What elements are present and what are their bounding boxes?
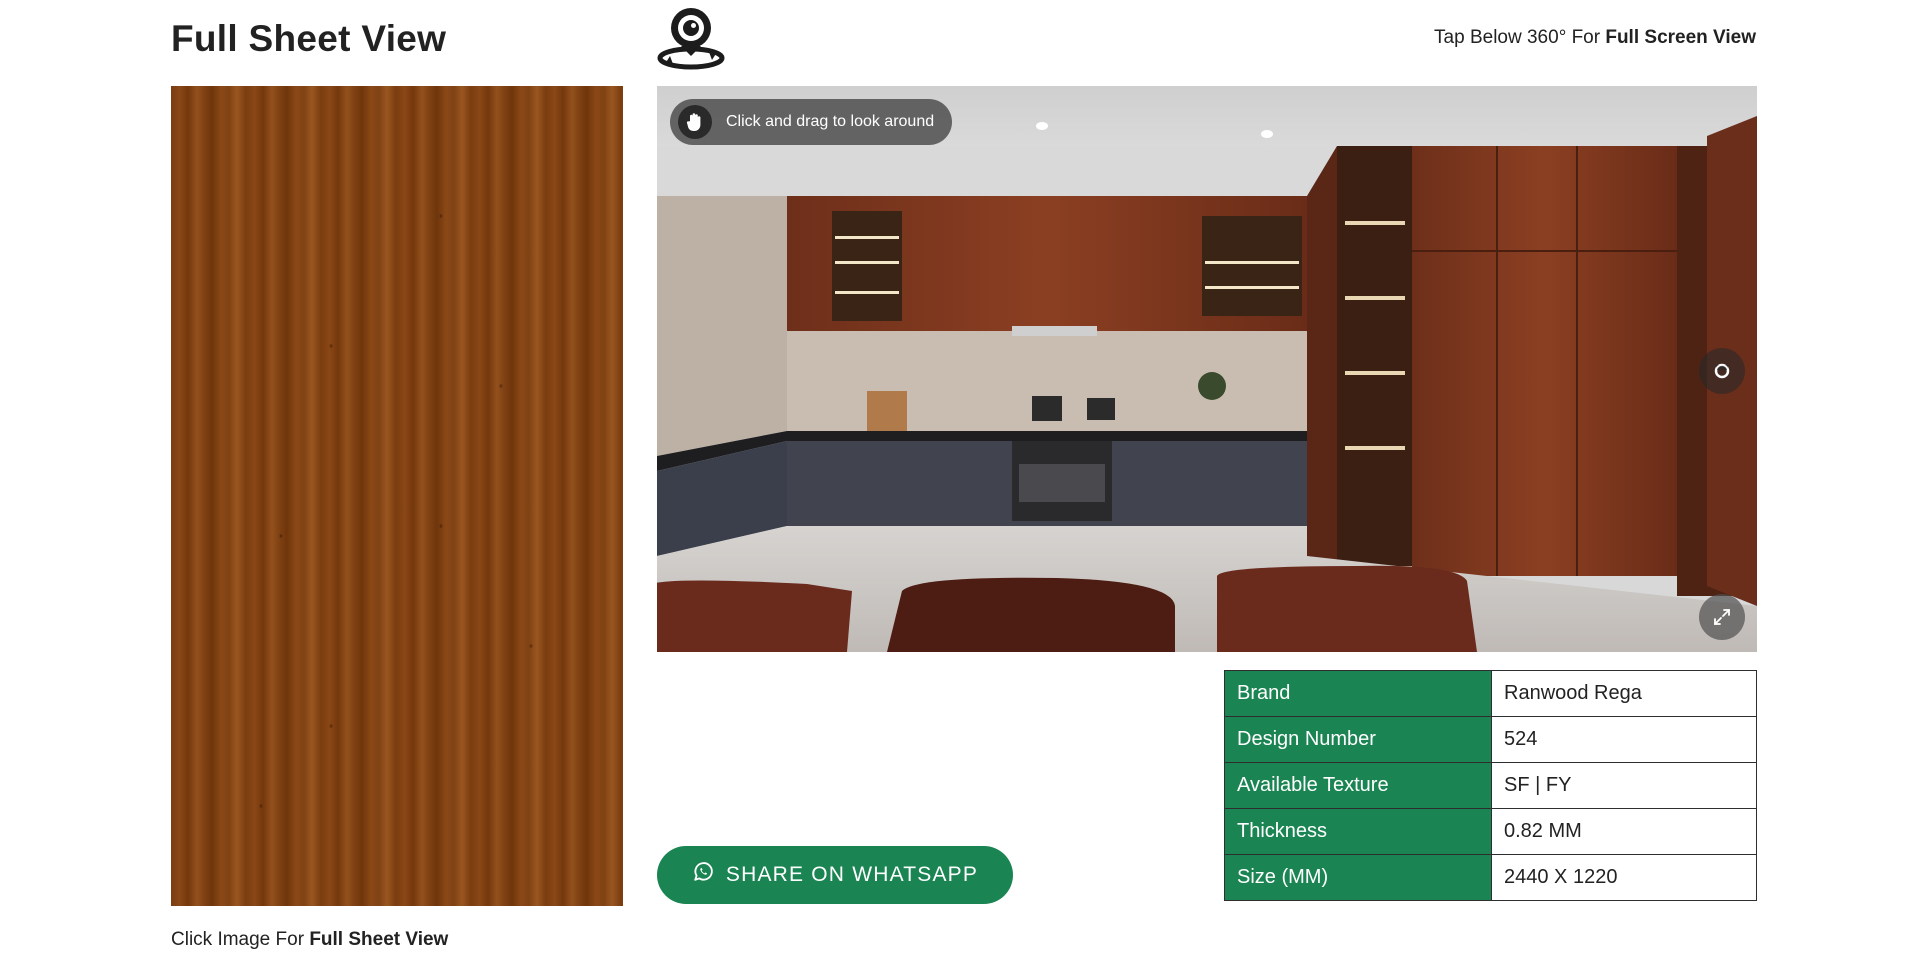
spec-key: Brand [1224, 670, 1492, 717]
hotspot-icon[interactable] [1699, 348, 1745, 394]
hand-icon [678, 105, 712, 139]
spec-key: Available Texture [1224, 762, 1492, 809]
spec-value: 0.82 MM [1491, 808, 1757, 855]
spec-row-thickness: Thickness 0.82 MM [1224, 808, 1757, 855]
tap-instruction-bold: Full Screen View [1605, 27, 1756, 48]
panorama-viewer[interactable]: Click and drag to look around [657, 86, 1757, 652]
spec-key: Design Number [1224, 716, 1492, 763]
spec-row-texture: Available Texture SF | FY [1224, 762, 1757, 809]
tap-instruction: Tap Below 360° For Full Screen View [1434, 27, 1756, 49]
full-sheet-image[interactable] [171, 86, 623, 906]
spec-table: Brand Ranwood Rega Design Number 524 Ava… [1224, 670, 1757, 901]
share-whatsapp-label: SHARE ON WHATSAPP [725, 863, 979, 886]
spec-row-design-number: Design Number 524 [1224, 716, 1757, 763]
spec-key: Thickness [1224, 808, 1492, 855]
spec-row-brand: Brand Ranwood Rega [1224, 670, 1757, 717]
sheet-caption: Click Image For Full Sheet View [171, 929, 448, 951]
whatsapp-icon [692, 861, 714, 889]
spec-value: 2440 X 1220 [1491, 854, 1757, 901]
tap-instruction-prefix: Tap Below 360° For [1434, 27, 1606, 48]
share-whatsapp-button[interactable]: SHARE ON WHATSAPP [657, 846, 1013, 904]
spec-value: Ranwood Rega [1491, 670, 1757, 717]
360-view-icon [655, 4, 727, 74]
spec-value: SF | FY [1491, 762, 1757, 809]
spec-row-size: Size (MM) 2440 X 1220 [1224, 854, 1757, 901]
spec-key: Size (MM) [1224, 854, 1492, 901]
page-title: Full Sheet View [171, 18, 447, 59]
kitchen-panorama-scene [657, 86, 1757, 652]
fullscreen-icon[interactable] [1699, 594, 1745, 640]
drag-hint: Click and drag to look around [670, 99, 953, 145]
sheet-caption-prefix: Click Image For [171, 929, 310, 950]
sheet-caption-bold: Full Sheet View [309, 929, 449, 950]
drag-hint-label: Click and drag to look around [726, 113, 935, 130]
spec-value: 524 [1491, 716, 1757, 763]
